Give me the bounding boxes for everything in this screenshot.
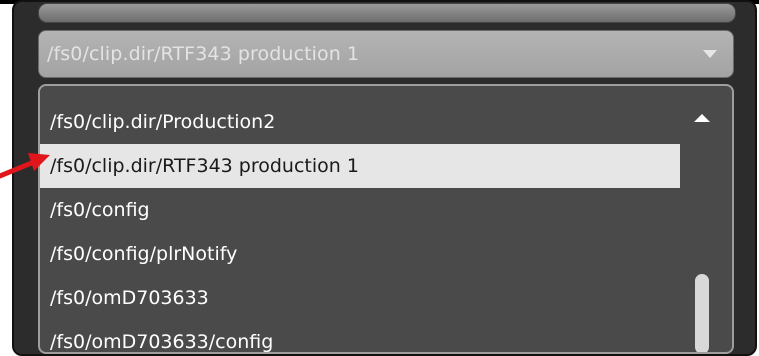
list-item[interactable]: /fs0/config/plrNotify xyxy=(40,232,680,276)
list-item-selected[interactable]: /fs0/clip.dir/RTF343 production 1 xyxy=(40,144,680,188)
top-control[interactable] xyxy=(38,3,736,23)
list-item[interactable]: /fs0/clip.dir/Production2 xyxy=(40,100,680,144)
list-item[interactable]: /fs0/omD703633/config xyxy=(40,320,680,352)
path-dropdown-list[interactable]: /fs0/clip.dir/Production2 /fs0/clip.dir/… xyxy=(38,84,734,354)
list-item[interactable]: /fs0/omD703633 xyxy=(40,276,680,320)
screenshot-frame: /fs0/clip.dir/RTF343 production 1 /fs0/c… xyxy=(0,0,759,356)
path-combobox[interactable]: /fs0/clip.dir/RTF343 production 1 xyxy=(38,30,734,78)
chevron-down-icon[interactable] xyxy=(703,50,717,58)
red-arrow-icon xyxy=(0,153,50,179)
scrollbar-thumb[interactable] xyxy=(695,274,709,352)
combobox-selected-value: /fs0/clip.dir/RTF343 production 1 xyxy=(47,43,360,65)
list-item[interactable]: /fs0/config xyxy=(40,188,680,232)
scroll-up-arrow-icon[interactable] xyxy=(694,114,710,122)
